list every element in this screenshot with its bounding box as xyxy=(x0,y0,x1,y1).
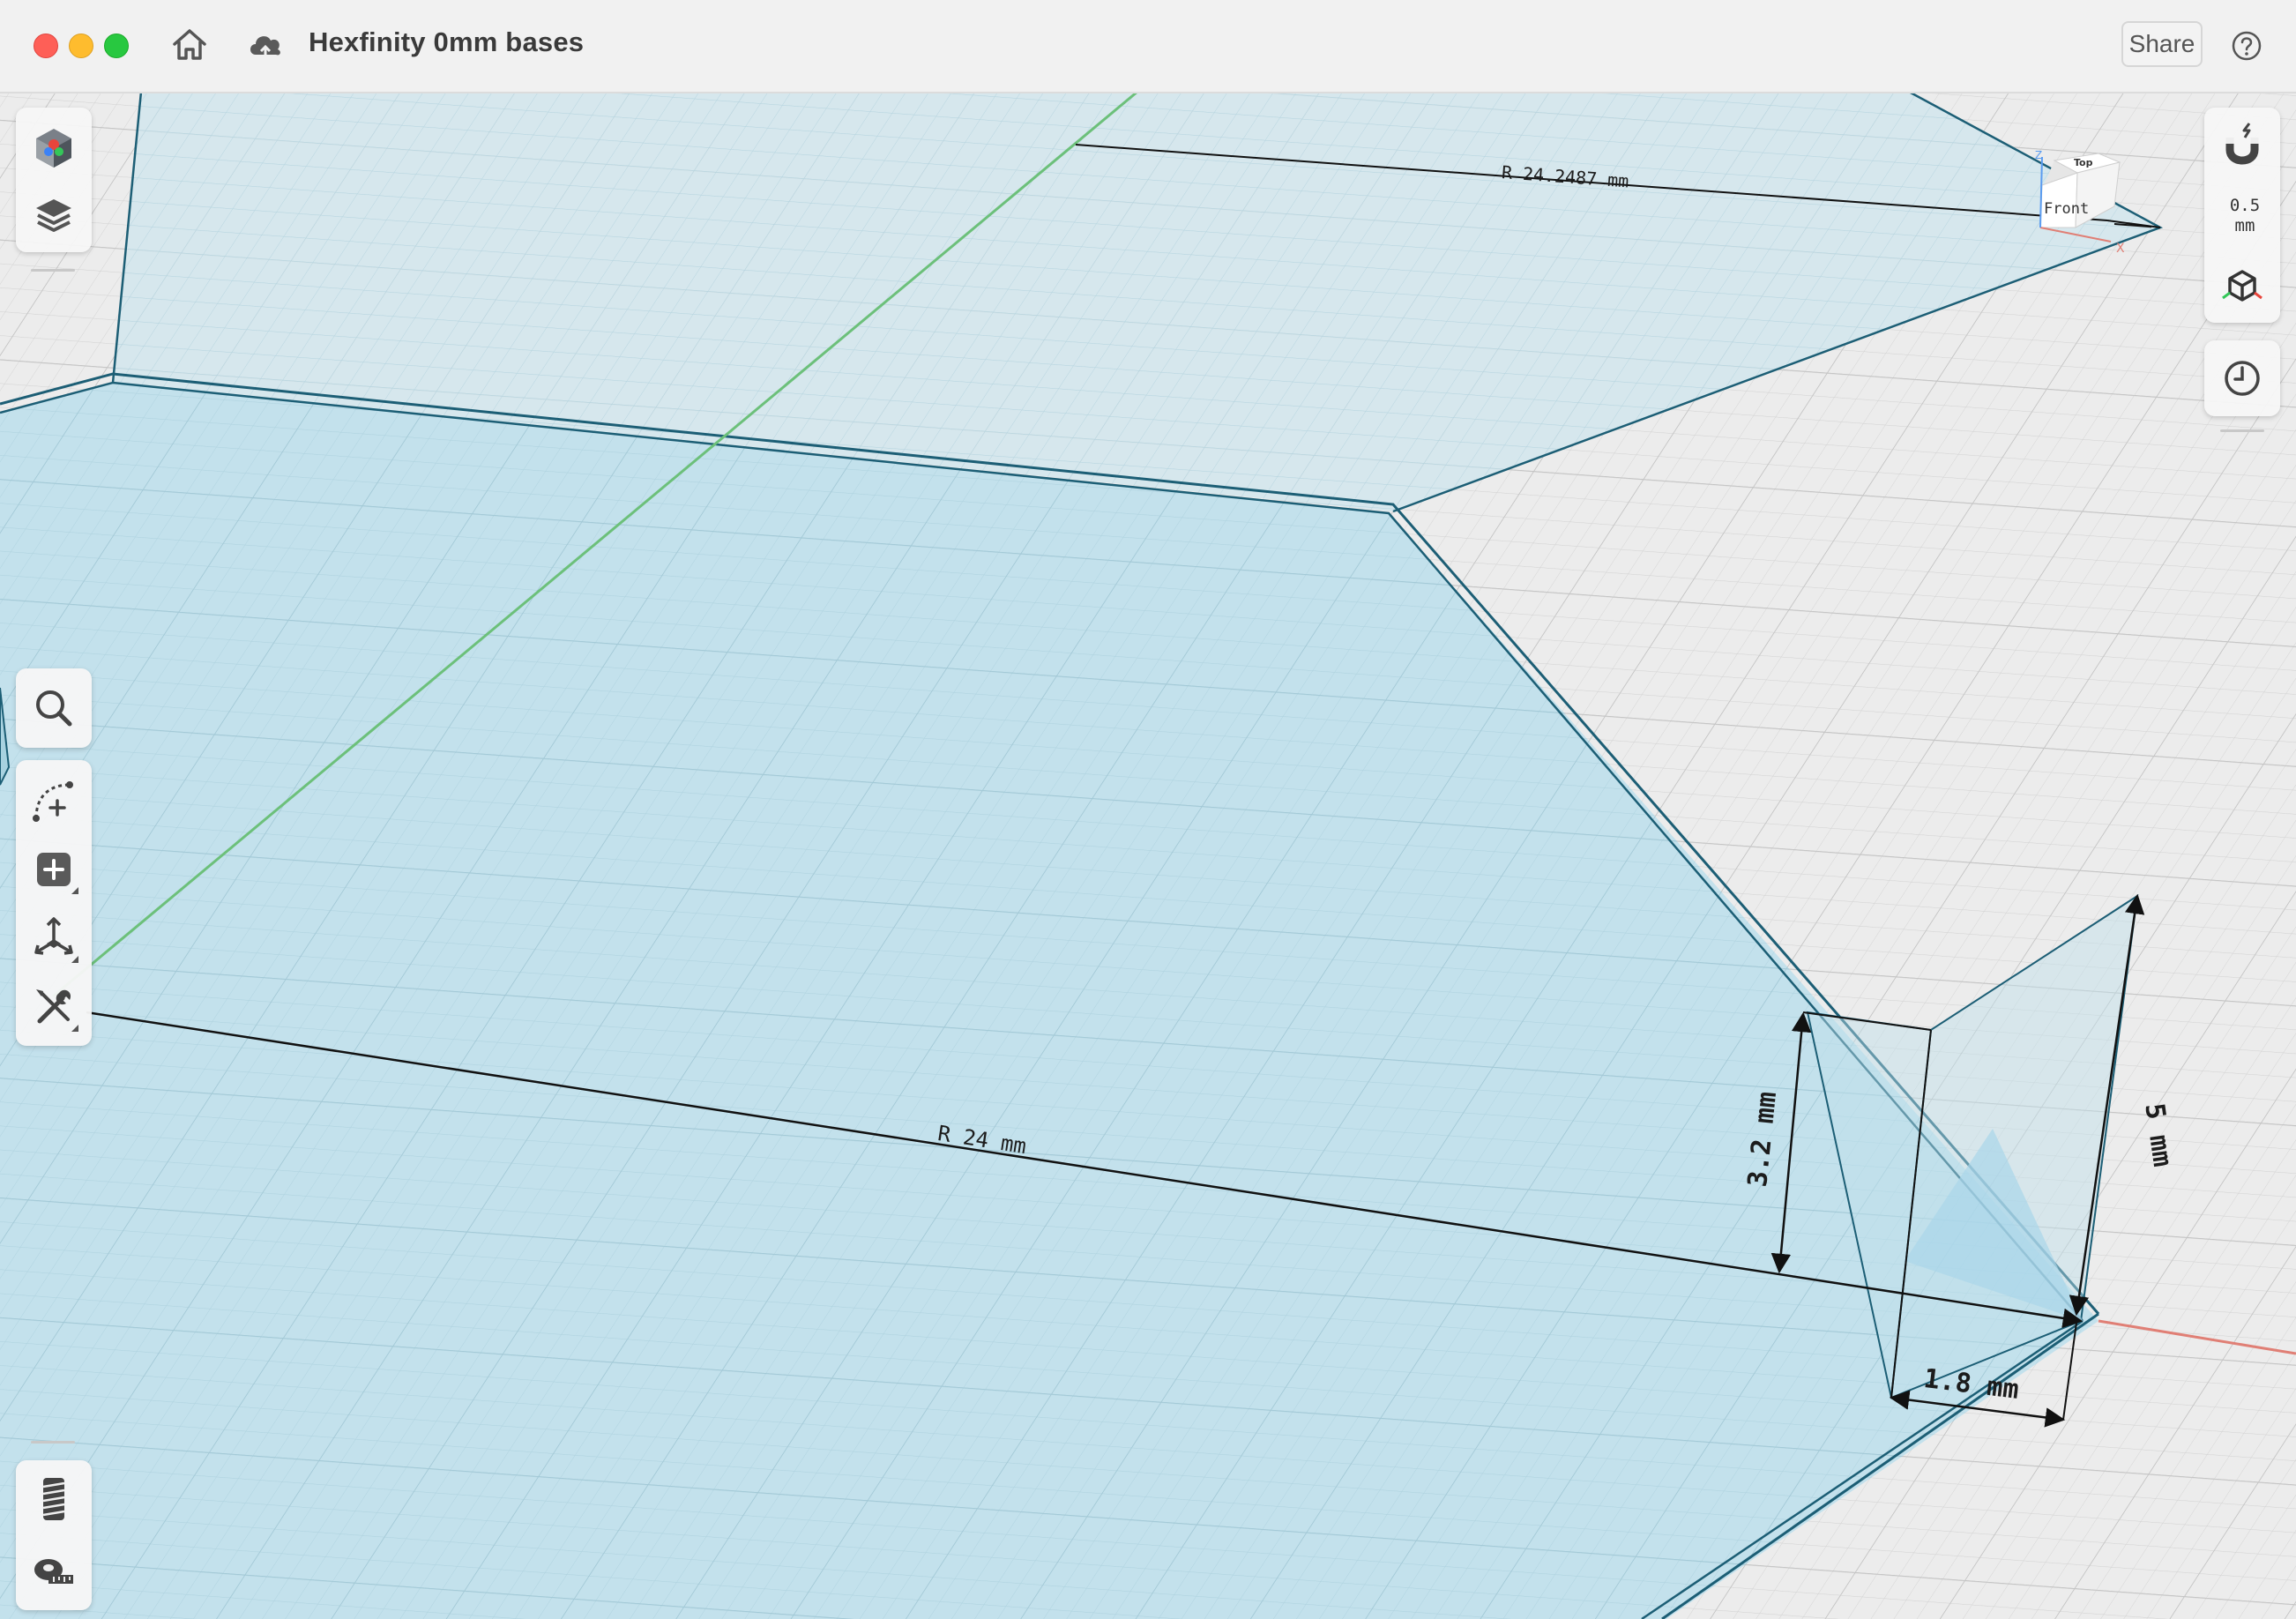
snap-unit: mm xyxy=(2234,216,2255,235)
cloud-upload-icon[interactable] xyxy=(245,25,286,65)
share-button[interactable]: Share xyxy=(2121,21,2203,67)
home-icon[interactable] xyxy=(169,25,210,65)
snap-value: 0.5 xyxy=(2229,196,2261,215)
divider xyxy=(31,1441,75,1444)
viewcube-top-label[interactable]: Top xyxy=(2074,157,2093,168)
wrench-screwdriver-icon[interactable] xyxy=(27,981,80,1033)
divider xyxy=(31,269,75,272)
snap-increment[interactable]: 0.5 mm xyxy=(2204,196,2285,236)
search-panel xyxy=(16,668,92,748)
thread-icon[interactable] xyxy=(27,1473,80,1526)
appearance-panel xyxy=(16,108,92,252)
z-axis-label: Z xyxy=(2035,149,2042,161)
move-arrows-icon[interactable] xyxy=(27,912,80,965)
viewcube-front-label[interactable]: Front xyxy=(2044,200,2089,218)
clock-icon[interactable] xyxy=(2216,352,2269,405)
layers-icon[interactable] xyxy=(27,189,80,242)
history-panel xyxy=(2204,340,2280,416)
3d-viewport[interactable]: R 24.2487 mm R 24 mm 3.2 mm 5 mm 1.8 mm xyxy=(0,92,2296,1619)
minimize-window-button[interactable] xyxy=(69,34,93,58)
magnet-icon[interactable] xyxy=(2216,118,2269,171)
zoom-window-button[interactable] xyxy=(104,34,129,58)
create-tools-panel xyxy=(16,760,92,1046)
tape-measure-icon[interactable] xyxy=(27,1543,80,1596)
close-window-button[interactable] xyxy=(34,34,58,58)
sketch-arc-icon[interactable] xyxy=(27,774,80,827)
colored-cube-icon[interactable] xyxy=(27,122,80,175)
divider xyxy=(2220,429,2264,432)
plus-square-icon[interactable] xyxy=(27,843,80,896)
x-axis-label: X xyxy=(2116,242,2125,256)
view-cube[interactable]: Top Front X Z xyxy=(2028,143,2161,257)
magnifier-icon[interactable] xyxy=(27,682,80,735)
question-mark-icon[interactable] xyxy=(2231,30,2262,62)
utility-tools-panel xyxy=(16,1460,92,1610)
iso-cube-icon[interactable] xyxy=(2216,259,2269,312)
title-bar: Hexfinity 0mm bases Share xyxy=(0,0,2296,93)
document-title: Hexfinity 0mm bases xyxy=(309,26,585,57)
